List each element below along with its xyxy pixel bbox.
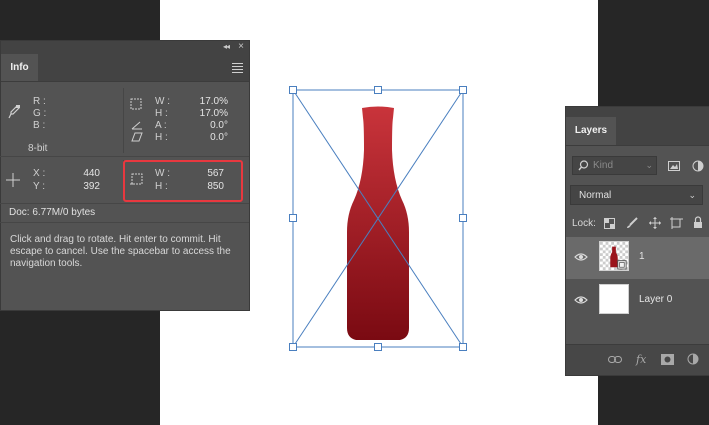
filter-kind-label: Kind <box>593 160 614 171</box>
visibility-eye-icon[interactable] <box>574 295 588 305</box>
help-line: escape to cancel. Use the spacebar to ac… <box>10 246 231 257</box>
help-line: navigation tools. <box>10 258 83 269</box>
crosshair-icon <box>6 173 20 187</box>
tool-help-text: Click and drag to rotate. Hit enter to c… <box>10 234 246 270</box>
doc-size-readout: Doc: 6.77M/0 bytes <box>9 207 96 218</box>
adjustment-filter-icon[interactable] <box>692 160 704 172</box>
skew-h-label: H : <box>155 132 168 143</box>
layer-row[interactable]: 1 <box>566 237 709 279</box>
image-filter-icon[interactable] <box>668 161 680 171</box>
fx-icon[interactable]: fx <box>636 353 646 366</box>
layer-name[interactable]: Layer 0 <box>639 294 672 305</box>
layer-name[interactable]: 1 <box>639 251 645 262</box>
x-label: X : <box>33 168 46 179</box>
tab-info[interactable]: Info <box>1 54 38 81</box>
info-tab-bar: Info <box>1 54 249 82</box>
layer-row[interactable]: Layer 0 <box>566 280 709 322</box>
layers-footer-toolbar: fx <box>566 344 709 375</box>
y-label: Y : <box>33 181 46 192</box>
eyedropper-icon <box>8 105 20 119</box>
layer-thumbnail[interactable] <box>599 284 629 314</box>
info-divider <box>0 203 249 204</box>
lock-position-move-icon[interactable] <box>649 217 661 229</box>
bit-depth-label: 8-bit <box>28 143 48 154</box>
chevron-down-icon: ⌄ <box>645 160 653 170</box>
layers-panel-titlebar[interactable] <box>566 107 709 117</box>
visibility-eye-icon[interactable] <box>574 252 588 262</box>
mask-icon[interactable] <box>661 354 674 365</box>
scale-w-value: 17.0% <box>199 96 228 107</box>
scale-h-value: 17.0% <box>199 108 228 119</box>
scale-h-label: H : <box>155 108 168 119</box>
lock-transparent-icon[interactable] <box>604 218 615 229</box>
skew-icon <box>131 132 143 142</box>
chevron-down-icon: ⌄ <box>688 190 696 200</box>
help-line: Click and drag to rotate. Hit enter to c… <box>10 234 221 245</box>
link-icon[interactable] <box>608 355 622 364</box>
search-icon <box>578 160 589 171</box>
info-panel-titlebar[interactable]: ◂◂ × <box>1 41 249 54</box>
angle-value: 0.0° <box>210 120 228 131</box>
info-divider <box>123 88 124 153</box>
layer-filter-select[interactable]: Kind ⌄ <box>572 156 657 175</box>
layer-thumbnail[interactable] <box>599 241 629 271</box>
blend-mode-value: Normal <box>579 190 612 201</box>
skew-h-value: 0.0° <box>210 132 228 143</box>
lock-label: Lock: <box>572 218 596 229</box>
info-divider <box>0 156 249 157</box>
tab-layers[interactable]: Layers <box>566 117 616 145</box>
y-value: 392 <box>83 181 100 192</box>
adjustment-icon[interactable] <box>687 353 699 365</box>
panel-menu-icon[interactable] <box>232 63 243 75</box>
layers-panel: Layers Kind ⌄ Normal ⌄ Lock: 1 Layer 0 f… <box>565 106 709 376</box>
lock-all-icon[interactable] <box>693 216 703 229</box>
b-label: B : <box>33 120 46 131</box>
lock-artboard-icon[interactable] <box>670 217 683 229</box>
scale-w-label: W : <box>155 96 170 107</box>
lock-pixels-brush-icon[interactable] <box>626 217 638 229</box>
bottle-shape <box>347 106 409 340</box>
angle-label: A : <box>155 120 167 131</box>
g-label: G : <box>33 108 47 119</box>
size-highlight-box <box>123 160 243 202</box>
layers-tab-bar: Layers <box>566 117 709 146</box>
blend-mode-select[interactable]: Normal ⌄ <box>570 185 703 205</box>
collapse-panel-icon[interactable]: ◂◂ <box>223 42 230 51</box>
angle-icon <box>131 121 142 130</box>
close-icon[interactable]: × <box>238 41 244 52</box>
r-label: R : <box>33 96 46 107</box>
info-divider <box>0 222 249 223</box>
percent-size-icon <box>130 98 142 110</box>
x-value: 440 <box>83 168 100 179</box>
